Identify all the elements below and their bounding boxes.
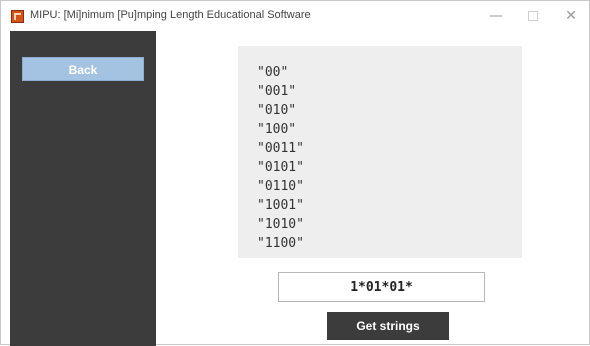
get-strings-button[interactable]: Get strings [327,312,449,340]
string-item: "0011" [257,141,304,156]
close-button[interactable]: ✕ [560,5,582,27]
string-item: "00" [257,65,289,80]
app-window: MIPU: [Mi]nimum [Pu]mping Length Educati… [0,0,590,346]
generated-strings-list: "00" "001" "010" "100" "0011" "0101" "0110" "10… [257,63,304,253]
maximize-icon [528,11,538,21]
string-item: "100" [257,122,297,137]
string-item: "001" [257,84,297,99]
string-item: "010" [257,103,297,118]
generated-strings-panel: "00" "001" "010" "100" "0011" "0101" "0110" "10… [238,46,522,258]
title-bar[interactable]: MIPU: [Mi]nimum [Pu]mping Length Educati… [1,1,589,31]
window-title: MIPU: [Mi]nimum [Pu]mping Length Educati… [30,9,311,21]
string-item: "0101" [257,160,304,175]
maximize-button[interactable] [522,5,544,27]
minimize-button[interactable]: — [485,5,507,27]
back-button[interactable]: Back [22,57,144,81]
string-item: "1001" [257,198,304,213]
app-logo-icon [11,10,24,23]
regex-input[interactable] [278,272,485,302]
string-item: "1100" [257,236,304,251]
string-item: "0110" [257,179,304,194]
sidebar: Back [10,31,156,346]
string-item: "1010" [257,217,304,232]
